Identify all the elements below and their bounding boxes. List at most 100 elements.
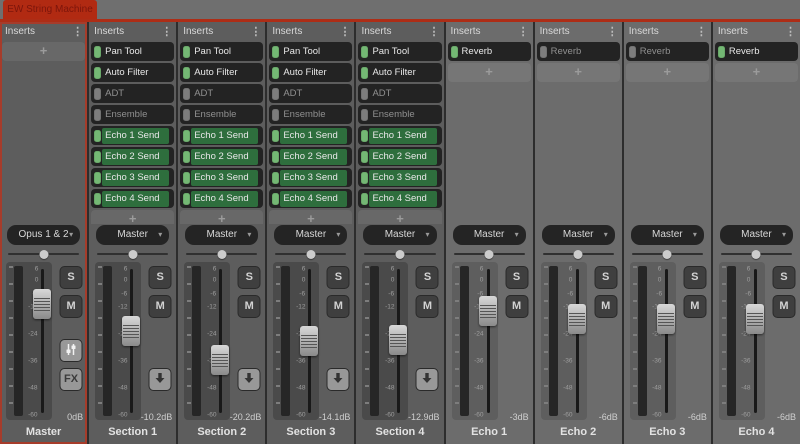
insert-slot[interactable]: Auto Filter [180,63,263,82]
plugin-enable-led[interactable] [94,172,101,184]
insert-slot[interactable]: Echo 4 Send [91,189,174,208]
plugin-enable-led[interactable] [629,46,636,58]
fader-handle[interactable] [33,289,51,319]
insert-slot[interactable]: Auto Filter [358,63,441,82]
insert-slot[interactable]: ADT [180,84,263,103]
pan-slider[interactable] [364,248,435,260]
pan-knob[interactable] [128,250,137,259]
channel-name[interactable]: Section 4 [356,422,443,444]
solo-button[interactable]: S [60,266,83,289]
solo-button[interactable]: S [149,266,172,289]
plugin-enable-led[interactable] [272,151,279,163]
insert-slot[interactable]: Echo 1 Send [358,126,441,145]
pan-knob[interactable] [752,250,761,259]
output-select[interactable]: Master ▾ [185,225,258,245]
pan-knob[interactable] [306,250,315,259]
plugin-enable-led[interactable] [94,151,101,163]
plugin-enable-led[interactable] [183,151,190,163]
mute-button[interactable]: M [416,295,439,318]
channel-strip-section-1[interactable]: Inserts ⋮ Pan Tool Auto Filter ADT Ensem… [89,22,176,444]
kebab-menu-icon[interactable]: ⋮ [607,27,618,37]
plugin-enable-led[interactable] [94,67,101,79]
insert-slot[interactable]: ADT [358,84,441,103]
mute-button[interactable]: M [772,295,795,318]
fader-handle[interactable] [479,296,497,326]
plugin-enable-led[interactable] [361,67,368,79]
add-insert-button[interactable]: + [2,42,85,61]
plugin-enable-led[interactable] [540,46,547,58]
add-insert-button[interactable]: + [448,63,531,82]
plugin-enable-led[interactable] [272,172,279,184]
insert-slot[interactable]: Echo 4 Send [358,189,441,208]
add-insert-button[interactable]: + [180,210,263,224]
plugin-enable-led[interactable] [361,151,368,163]
collapse-button[interactable] [149,368,172,391]
plugin-enable-led[interactable] [183,172,190,184]
kebab-menu-icon[interactable]: ⋮ [696,27,707,37]
insert-slot[interactable]: Echo 1 Send [180,126,263,145]
insert-slot[interactable]: Echo 2 Send [91,147,174,166]
fader-track[interactable] [487,269,490,413]
plugin-enable-led[interactable] [361,109,368,121]
insert-slot[interactable]: Pan Tool [91,42,174,61]
insert-slot[interactable]: Ensemble [358,105,441,124]
kebab-menu-icon[interactable]: ⋮ [785,27,796,37]
insert-slot[interactable]: Reverb [626,42,709,61]
insert-slot[interactable]: Reverb [715,42,798,61]
plugin-enable-led[interactable] [94,193,101,205]
plugin-enable-led[interactable] [361,46,368,58]
insert-slot[interactable]: Ensemble [91,105,174,124]
insert-slot[interactable]: Pan Tool [180,42,263,61]
insert-slot[interactable]: Auto Filter [91,63,174,82]
fader-handle[interactable] [657,304,675,334]
channel-strip-echo-1[interactable]: Inserts ⋮ Reverb + Master ▾ 60-6-12-24-3… [446,22,533,444]
channel-strip-section-4[interactable]: Inserts ⋮ Pan Tool Auto Filter ADT Ensem… [356,22,443,444]
insert-slot[interactable]: Ensemble [180,105,263,124]
kebab-menu-icon[interactable]: ⋮ [250,27,261,37]
mute-button[interactable]: M [60,295,83,318]
plugin-enable-led[interactable] [272,109,279,121]
plugin-enable-led[interactable] [361,130,368,142]
pan-knob[interactable] [485,250,494,259]
pan-knob[interactable] [39,250,48,259]
output-select[interactable]: Master ▾ [453,225,526,245]
output-select[interactable]: Opus 1 & 2 ▾ [7,225,80,245]
output-select[interactable]: Master ▾ [274,225,347,245]
fader-track[interactable] [754,269,757,413]
plugin-enable-led[interactable] [183,46,190,58]
solo-button[interactable]: S [594,266,617,289]
pan-slider[interactable] [543,248,614,260]
mute-button[interactable]: M [149,295,172,318]
mute-button[interactable]: M [594,295,617,318]
kebab-menu-icon[interactable]: ⋮ [72,27,83,37]
output-select[interactable]: Master ▾ [363,225,436,245]
add-insert-button[interactable]: + [537,63,620,82]
insert-slot[interactable]: ADT [269,84,352,103]
channel-name[interactable]: Echo 2 [535,422,622,444]
pan-slider[interactable] [275,248,346,260]
plugin-enable-led[interactable] [718,46,725,58]
insert-slot[interactable]: Auto Filter [269,63,352,82]
solo-button[interactable]: S [772,266,795,289]
pan-knob[interactable] [217,250,226,259]
insert-slot[interactable]: Pan Tool [269,42,352,61]
insert-slot[interactable]: Ensemble [269,105,352,124]
pan-slider[interactable] [186,248,257,260]
insert-slot[interactable]: Echo 3 Send [269,168,352,187]
plugin-enable-led[interactable] [361,172,368,184]
add-insert-button[interactable]: + [91,210,174,224]
add-insert-button[interactable]: + [358,210,441,224]
channel-strip-section-3[interactable]: Inserts ⋮ Pan Tool Auto Filter ADT Ensem… [267,22,354,444]
mute-button[interactable]: M [683,295,706,318]
fader-handle[interactable] [122,316,140,346]
pan-slider[interactable] [97,248,168,260]
pan-knob[interactable] [395,250,404,259]
mixer-button[interactable] [60,339,83,362]
fader-handle[interactable] [746,304,764,334]
tab-ew-string-machine[interactable]: EW String Machine [3,0,97,19]
pan-knob[interactable] [574,250,583,259]
solo-button[interactable]: S [505,266,528,289]
plugin-enable-led[interactable] [272,67,279,79]
plugin-enable-led[interactable] [183,67,190,79]
mute-button[interactable]: M [327,295,350,318]
